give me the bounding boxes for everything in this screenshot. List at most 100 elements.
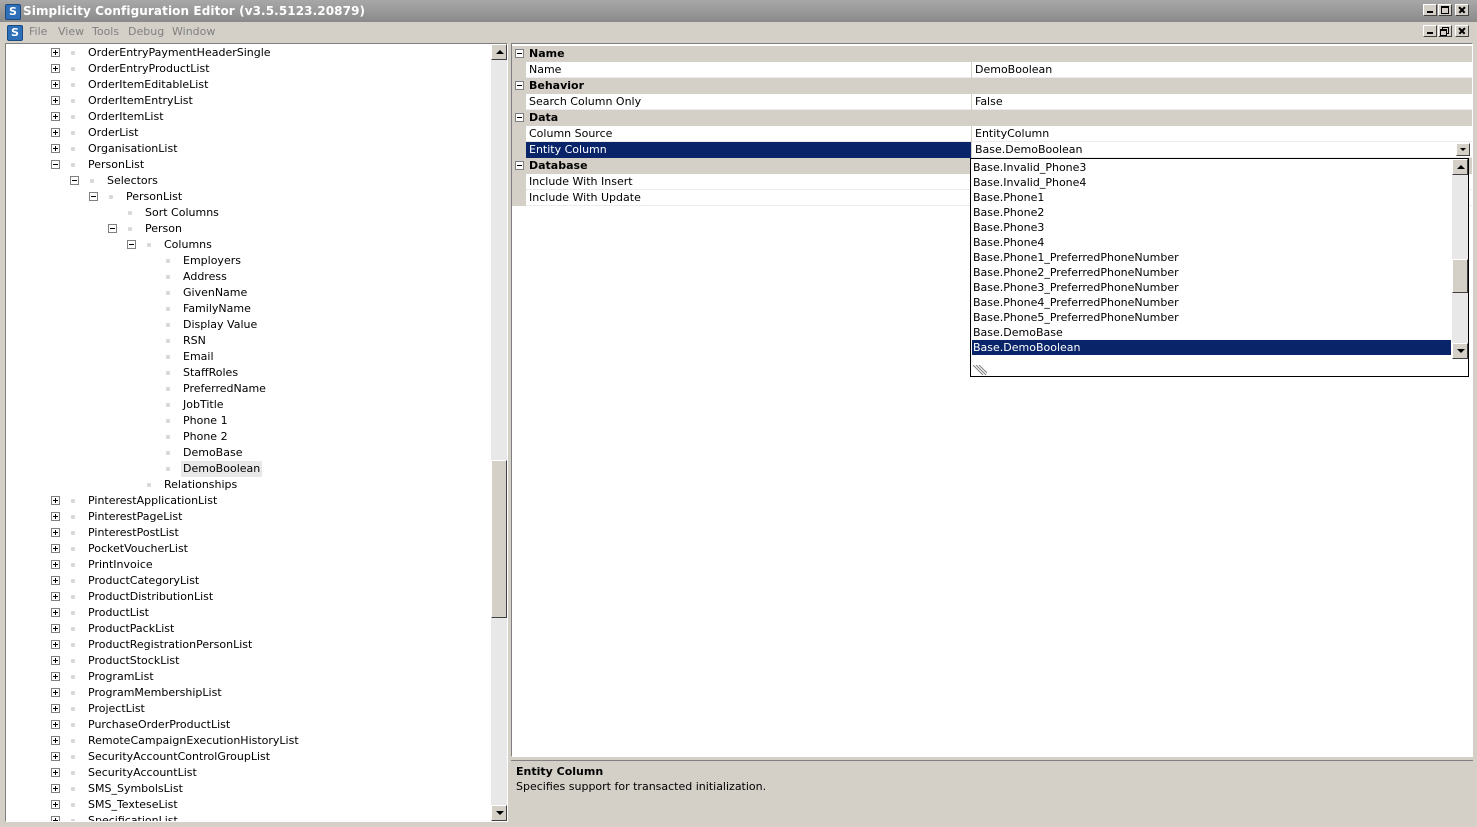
column-divider[interactable] xyxy=(971,62,972,78)
tree-node[interactable]: OrderItemEntryList xyxy=(6,93,486,109)
tree-scroll-down-button[interactable] xyxy=(491,805,507,821)
collapse-icon[interactable] xyxy=(108,224,117,233)
dropdown-option[interactable]: Base.Phone3 xyxy=(973,220,1044,235)
tree-node[interactable]: RemoteCampaignExecutionHistoryList xyxy=(6,733,486,749)
tree-node[interactable]: Columns xyxy=(6,237,486,253)
minimize-button[interactable] xyxy=(1423,4,1437,16)
property-value[interactable]: DemoBoolean xyxy=(975,63,1052,76)
property-grid[interactable]: Name Name DemoBoolean Behavior Search Column… xyxy=(511,43,1473,757)
expand-icon[interactable] xyxy=(51,816,60,821)
tree-node[interactable]: ProductDistributionList xyxy=(6,589,486,605)
dropdown-option[interactable]: Base.Invalid_Phone3 xyxy=(973,160,1086,175)
expand-icon[interactable] xyxy=(51,96,60,105)
tree-node[interactable]: ProgramMembershipList xyxy=(6,685,486,701)
property-value[interactable]: False xyxy=(975,95,1003,108)
tree-node[interactable]: ProductRegistrationPersonList xyxy=(6,637,486,653)
dropdown-option[interactable]: Base.Phone4_PreferredPhoneNumber xyxy=(973,295,1179,310)
collapse-icon[interactable] xyxy=(89,192,98,201)
tree-node[interactable]: Display Value xyxy=(6,317,486,333)
collapse-icon[interactable] xyxy=(51,160,60,169)
dropdown-scroll-up-button[interactable] xyxy=(1452,159,1468,175)
expand-icon[interactable] xyxy=(51,736,60,745)
dropdown-arrow-button[interactable] xyxy=(1456,143,1470,156)
tree-node[interactable]: PocketVoucherList xyxy=(6,541,486,557)
mdi-minimize-button[interactable] xyxy=(1423,25,1437,37)
expand-icon[interactable] xyxy=(51,112,60,121)
property-value[interactable]: EntityColumn xyxy=(975,127,1049,140)
expand-icon[interactable] xyxy=(51,576,60,585)
expand-icon[interactable] xyxy=(51,672,60,681)
tree-node[interactable]: OrganisationList xyxy=(6,141,486,157)
tree-node[interactable]: PersonList xyxy=(6,157,486,173)
tree-node[interactable]: Sort Columns xyxy=(6,205,486,221)
tree-node[interactable]: OrderItemList xyxy=(6,109,486,125)
tree-node[interactable]: PreferredName xyxy=(6,381,486,397)
expand-icon[interactable] xyxy=(51,768,60,777)
property-row[interactable]: Column Source EntityColumn xyxy=(512,126,1472,142)
menu-file[interactable]: File xyxy=(29,25,47,38)
tree-scroll-thumb[interactable] xyxy=(491,460,507,618)
dropdown-option[interactable]: Base.Invalid_Phone4 xyxy=(973,175,1086,190)
tree-node[interactable]: DemoBase xyxy=(6,445,486,461)
dropdown-option[interactable]: Base.DemoBoolean xyxy=(972,340,1451,355)
collapse-icon[interactable] xyxy=(515,113,524,122)
tree-node[interactable]: DemoBoolean xyxy=(6,461,486,477)
column-divider[interactable] xyxy=(971,126,972,142)
tree-node[interactable]: SecurityAccountControlGroupList xyxy=(6,749,486,765)
column-divider[interactable] xyxy=(971,142,972,158)
menu-window[interactable]: Window xyxy=(172,25,215,38)
collapse-icon[interactable] xyxy=(515,161,524,170)
expand-icon[interactable] xyxy=(51,496,60,505)
menu-view[interactable]: View xyxy=(58,25,84,38)
tree-node[interactable]: ProductList xyxy=(6,605,486,621)
expand-icon[interactable] xyxy=(51,144,60,153)
dropdown-scrollbar[interactable] xyxy=(1452,159,1468,359)
close-button[interactable] xyxy=(1455,4,1469,16)
tree-node[interactable]: PrintInvoice xyxy=(6,557,486,573)
expand-icon[interactable] xyxy=(51,784,60,793)
expand-icon[interactable] xyxy=(51,752,60,761)
property-row[interactable]: Entity Column Base.DemoBoolean xyxy=(512,142,1472,158)
tree-node[interactable]: PinterestPostList xyxy=(6,525,486,541)
tree-scrollbar[interactable] xyxy=(491,44,507,821)
tree-node[interactable]: Phone 1 xyxy=(6,413,486,429)
tree-node[interactable]: ProductCategoryList xyxy=(6,573,486,589)
tree-node[interactable]: ProjectList xyxy=(6,701,486,717)
dropdown-scroll-thumb[interactable] xyxy=(1452,259,1468,293)
expand-icon[interactable] xyxy=(51,64,60,73)
tree-node[interactable]: StaffRoles xyxy=(6,365,486,381)
expand-icon[interactable] xyxy=(51,128,60,137)
maximize-button[interactable] xyxy=(1438,4,1452,16)
property-category[interactable]: Data xyxy=(512,110,1472,126)
tree-node[interactable]: OrderList xyxy=(6,125,486,141)
configuration-tree[interactable]: OrderEntryPaymentHeaderSingle OrderEntryP… xyxy=(5,43,508,822)
tree-node[interactable]: SecurityAccountList xyxy=(6,765,486,781)
tree-node[interactable]: Employers xyxy=(6,253,486,269)
menu-debug[interactable]: Debug xyxy=(128,25,164,38)
tree-node[interactable]: SMS_SymbolsList xyxy=(6,781,486,797)
tree-node[interactable]: PinterestPageList xyxy=(6,509,486,525)
tree-node[interactable]: PinterestApplicationList xyxy=(6,493,486,509)
expand-icon[interactable] xyxy=(51,800,60,809)
collapse-icon[interactable] xyxy=(127,240,136,249)
tree-node[interactable]: ProductPackList xyxy=(6,621,486,637)
resize-grip-icon[interactable] xyxy=(973,365,987,375)
dropdown-option[interactable]: Base.DemoBase xyxy=(973,325,1063,340)
expand-icon[interactable] xyxy=(51,544,60,553)
tree-node[interactable]: Selectors xyxy=(6,173,486,189)
expand-icon[interactable] xyxy=(51,512,60,521)
tree-node[interactable]: Phone 2 xyxy=(6,429,486,445)
collapse-icon[interactable] xyxy=(70,176,79,185)
tree-node[interactable]: PersonList xyxy=(6,189,486,205)
expand-icon[interactable] xyxy=(51,656,60,665)
property-row[interactable]: Name DemoBoolean xyxy=(512,62,1472,78)
property-row[interactable]: Search Column Only False xyxy=(512,94,1472,110)
tree-node[interactable]: JobTitle xyxy=(6,397,486,413)
expand-icon[interactable] xyxy=(51,592,60,601)
dropdown-option[interactable]: Base.Phone2 xyxy=(973,205,1044,220)
dropdown-option[interactable]: Base.Phone5_PreferredPhoneNumber xyxy=(973,310,1179,325)
expand-icon[interactable] xyxy=(51,48,60,57)
tree-node[interactable]: Address xyxy=(6,269,486,285)
expand-icon[interactable] xyxy=(51,608,60,617)
tree-node[interactable]: SMS_TexteseList xyxy=(6,797,486,813)
